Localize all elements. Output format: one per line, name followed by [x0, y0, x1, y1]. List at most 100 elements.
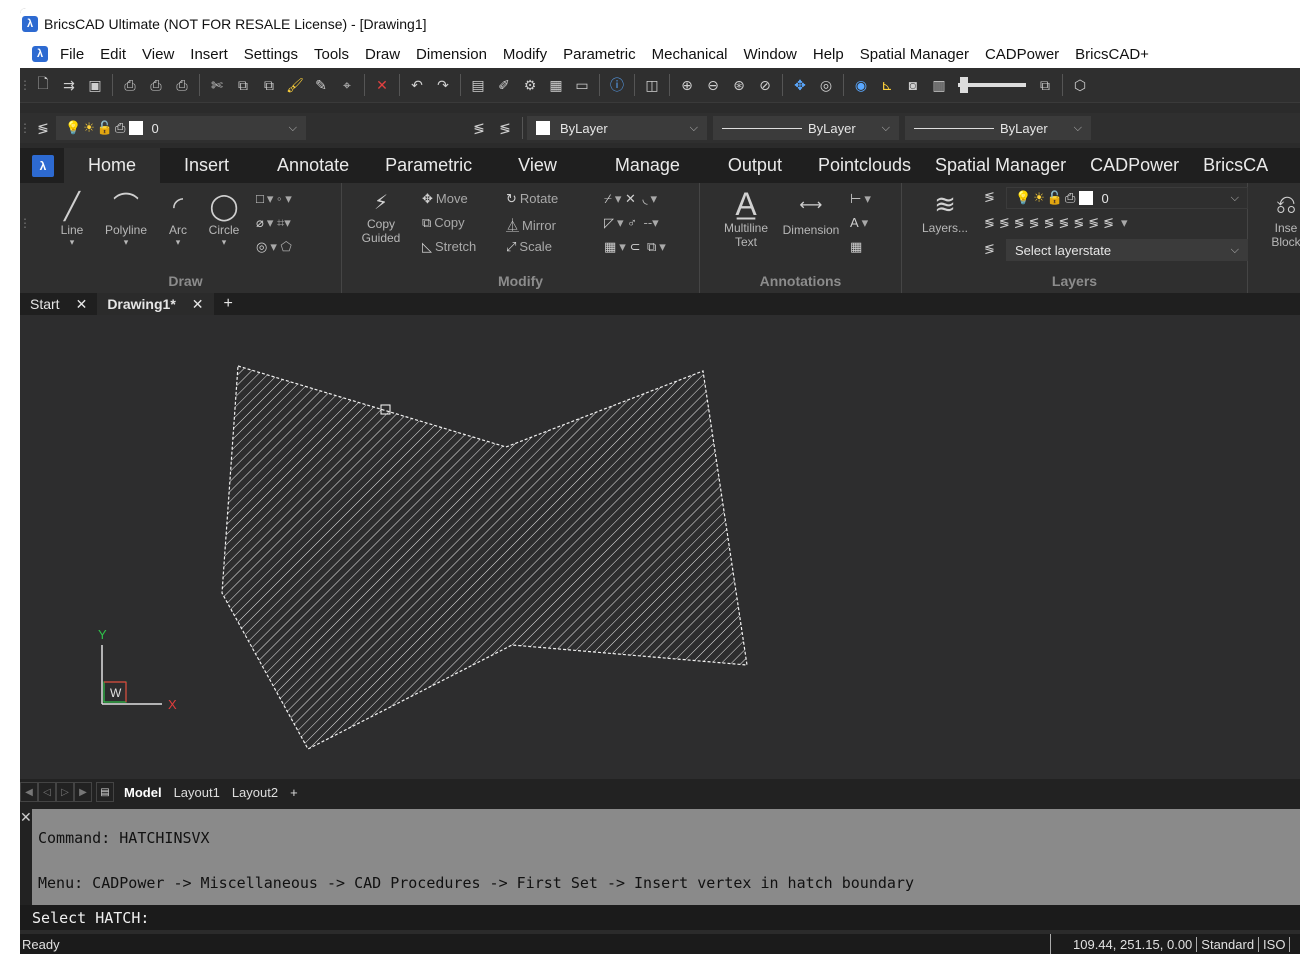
- menu-dimension[interactable]: Dimension: [408, 46, 495, 63]
- scale-button[interactable]: ⤢ Scale: [506, 239, 552, 255]
- zoom-slider[interactable]: [958, 77, 1026, 93]
- layerstate-dropdown[interactable]: Select layerstate ⌵: [1006, 239, 1248, 261]
- viewports-icon[interactable]: ⧉: [1032, 73, 1058, 97]
- circle-button[interactable]: ◯ Circle ▾: [204, 189, 244, 248]
- layers-button[interactable]: ≋ Layers...: [918, 187, 972, 235]
- layer-manager-small-icon[interactable]: ≶: [984, 189, 998, 205]
- menu-help[interactable]: Help: [805, 46, 852, 63]
- menu-insert[interactable]: Insert: [182, 46, 236, 63]
- doc-tab-drawing1[interactable]: Drawing1* ✕: [97, 293, 214, 315]
- toolbar-grip-icon[interactable]: ⋮: [20, 68, 31, 102]
- layer-dropdown[interactable]: 💡 ☀ 🔓 ⎙ 0 ⌵: [56, 116, 306, 140]
- print-icon[interactable]: ⎙: [117, 73, 143, 97]
- menu-draw[interactable]: Draw: [357, 46, 408, 63]
- cursor-coordinates[interactable]: 109.44, 251.15, 0.00: [1051, 936, 1198, 952]
- close-icon[interactable]: ✕: [20, 809, 32, 826]
- lineweight-dropdown[interactable]: ByLayer ⌵: [905, 116, 1091, 140]
- trim-button[interactable]: ⌿ ▾ ✕ ◟ ▾: [604, 191, 657, 207]
- color-dropdown[interactable]: ByLayer ⌵: [527, 116, 707, 140]
- copy-button[interactable]: ⧉ Copy: [422, 215, 465, 231]
- publish-icon[interactable]: ⎙: [169, 73, 195, 97]
- text-style-status[interactable]: Standard: [1197, 936, 1260, 952]
- stretch-button[interactable]: ◺ Stretch: [422, 239, 476, 255]
- undo-icon[interactable]: ↶: [404, 73, 430, 97]
- chamfer-button[interactable]: ◸ ▾ ♂ ‐‐▾: [604, 215, 659, 231]
- linetype-dropdown[interactable]: ByLayer ⌵: [713, 116, 899, 140]
- application-button-icon[interactable]: λ: [32, 154, 54, 177]
- pan-icon[interactable]: ✥: [787, 73, 813, 97]
- calculator-icon[interactable]: ▦: [543, 73, 569, 97]
- copy-icon[interactable]: ⧉: [230, 73, 256, 97]
- drawing-canvas[interactable]: Y X W: [20, 315, 1300, 779]
- print-preview-icon[interactable]: ⎙: [143, 73, 169, 97]
- menu-spatial-manager[interactable]: Spatial Manager: [852, 46, 977, 63]
- ribbon-layer-dropdown[interactable]: 💡 ☀ 🔓 ⎙ 0 ⌵: [1006, 187, 1248, 209]
- dim-style-status[interactable]: ISO: [1259, 936, 1291, 952]
- close-icon[interactable]: ✕: [192, 296, 204, 313]
- menu-settings[interactable]: Settings: [236, 46, 306, 63]
- menu-window[interactable]: Window: [736, 46, 805, 63]
- insert-block-button[interactable]: ⎌ Inse Block: [1266, 187, 1300, 249]
- ucs-icon[interactable]: ⊾: [874, 73, 900, 97]
- orbit-icon[interactable]: ◎: [813, 73, 839, 97]
- app-menu-icon[interactable]: λ: [32, 46, 48, 62]
- tab-insert[interactable]: Insert: [160, 148, 253, 183]
- multiline-text-button[interactable]: A̲ Multiline Text: [716, 187, 776, 249]
- help-icon[interactable]: ⓘ: [604, 73, 630, 97]
- copy-guided-button[interactable]: ⚡ Copy Guided: [356, 189, 406, 245]
- menu-bricscad-plus[interactable]: BricsCAD+: [1067, 46, 1157, 63]
- make-current-layer-icon[interactable]: ≶: [466, 116, 492, 140]
- arc-button[interactable]: ◜ Arc ▾: [158, 189, 198, 248]
- text-style-button[interactable]: A ▾: [850, 215, 868, 231]
- tab-bricscad-plus[interactable]: BricsCA: [1191, 148, 1280, 183]
- command-prompt[interactable]: Select HATCH:: [20, 905, 1300, 930]
- rotate-button[interactable]: ↻ Rotate: [506, 191, 558, 207]
- visibility-icon[interactable]: ◉: [848, 73, 874, 97]
- ribbon-grip-icon[interactable]: ⋮: [20, 213, 31, 233]
- new-drawing-icon[interactable]: 🗋: [30, 73, 56, 97]
- zoom-window-icon[interactable]: ⊛: [726, 73, 752, 97]
- tab-manage[interactable]: Manage: [591, 148, 704, 183]
- add-layout-button[interactable]: +: [284, 785, 304, 800]
- cube-icon[interactable]: ⬡: [1067, 73, 1093, 97]
- layout-tab-layout1[interactable]: Layout1: [168, 785, 226, 800]
- tab-pointclouds[interactable]: Pointclouds: [806, 148, 923, 183]
- toolbar-grip-icon[interactable]: ⋮: [20, 113, 31, 143]
- menu-cadpower[interactable]: CADPower: [977, 46, 1067, 63]
- layout-tab-layout2[interactable]: Layout2: [226, 785, 284, 800]
- zoom-out-icon[interactable]: ⊖: [700, 73, 726, 97]
- settings-icon[interactable]: ⚙: [517, 73, 543, 97]
- zoom-slider-thumb[interactable]: [960, 77, 968, 93]
- layout-list-icon[interactable]: ▤: [96, 782, 114, 802]
- zoom-in-icon[interactable]: ⊕: [674, 73, 700, 97]
- menu-tools[interactable]: Tools: [306, 46, 357, 63]
- hatch-entity[interactable]: [221, 365, 748, 750]
- tab-annotate[interactable]: Annotate: [253, 148, 373, 183]
- select-icon[interactable]: ⌖: [334, 73, 360, 97]
- save-icon[interactable]: ▣: [82, 73, 108, 97]
- tab-view[interactable]: View: [484, 148, 591, 183]
- camera-icon[interactable]: ◙: [900, 73, 926, 97]
- delete-icon[interactable]: ✕: [369, 73, 395, 97]
- properties-icon[interactable]: ▤: [465, 73, 491, 97]
- drawing-svg[interactable]: Y X W: [20, 315, 1300, 779]
- previous-layer-icon[interactable]: ≶: [492, 116, 518, 140]
- menu-parametric[interactable]: Parametric: [555, 46, 644, 63]
- menu-edit[interactable]: Edit: [92, 46, 134, 63]
- redraw-icon[interactable]: ◫: [639, 73, 665, 97]
- table-button[interactable]: ▦: [850, 239, 865, 255]
- mirror-button[interactable]: ⏅ Mirror: [506, 215, 556, 234]
- rectangle-button[interactable]: □ ▾ ◦ ▾: [256, 191, 292, 207]
- prev-layout-icon[interactable]: ◁: [38, 782, 56, 802]
- first-layout-icon[interactable]: ◀: [20, 782, 38, 802]
- layout-tab-model[interactable]: Model: [118, 785, 168, 800]
- menu-modify[interactable]: Modify: [495, 46, 555, 63]
- edit-icon[interactable]: ✎: [308, 73, 334, 97]
- move-button[interactable]: ✥ Move: [422, 191, 468, 207]
- layer-manager-icon[interactable]: ≶: [30, 116, 56, 140]
- drawing-explorer-icon[interactable]: ✐: [491, 73, 517, 97]
- menu-view[interactable]: View: [134, 46, 182, 63]
- array-button[interactable]: ▦ ▾ ⊂ ⧉ ▾: [604, 239, 666, 255]
- tab-spatial-manager[interactable]: Spatial Manager: [923, 148, 1078, 183]
- open-icon[interactable]: ⇉: [56, 73, 82, 97]
